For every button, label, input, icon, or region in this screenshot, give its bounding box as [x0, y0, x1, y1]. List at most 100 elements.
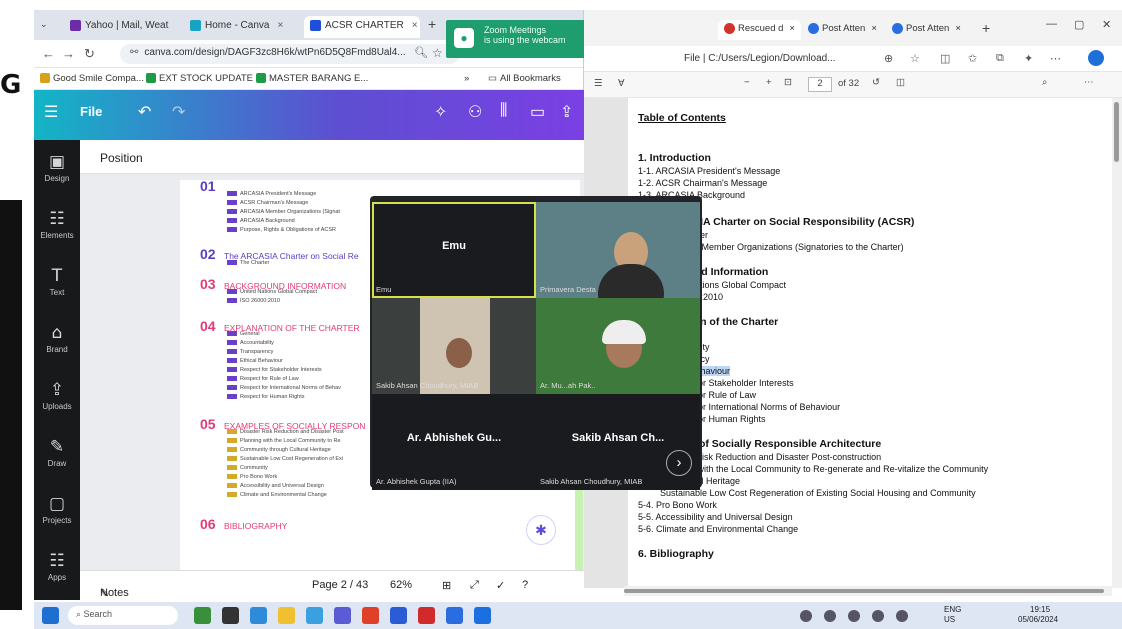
language-line2[interactable]: US [944, 615, 955, 624]
contents-icon[interactable]: ☰ [594, 78, 603, 89]
draw-icon[interactable]: ∀ [618, 78, 625, 89]
file-explorer-icon[interactable] [278, 607, 295, 624]
grid-view-icon[interactable]: ⊞ [442, 579, 451, 592]
share-icon[interactable]: ⇪ [560, 102, 573, 122]
magic-assist-button[interactable]: ✱ [526, 515, 556, 545]
participant-tile[interactable]: Ar. Mu...ah Pak.. [536, 298, 700, 394]
page-indicator[interactable]: Page 2 / 43 [312, 579, 368, 591]
network-icon[interactable] [824, 610, 836, 622]
tab-close-icon[interactable]: × [412, 20, 418, 31]
zoom-in-icon[interactable]: + [766, 77, 772, 88]
chart-icon[interactable]: ⫼ [500, 102, 507, 120]
weather-icon[interactable] [194, 607, 211, 624]
fullscreen-icon[interactable]: ⤢ [470, 579, 479, 592]
reload-icon[interactable]: ↻ [84, 46, 95, 62]
split-screen-icon[interactable]: ◫ [940, 52, 950, 65]
edge-new-tab-button[interactable]: + [982, 20, 990, 36]
more-icon[interactable]: ⋯ [1050, 52, 1061, 65]
canva-side-apps[interactable]: ☷ Apps [34, 551, 80, 582]
taskbar-search[interactable]: ⌕ Search [68, 606, 178, 625]
edge-zoom-icon[interactable]: ⊕ [884, 52, 893, 65]
extensions-icon[interactable]: ✦ [1024, 52, 1033, 65]
tab-close-icon[interactable]: × [277, 20, 283, 31]
clock-time[interactable]: 19:15 [1030, 605, 1050, 614]
zoom-level[interactable]: 62% [390, 579, 412, 591]
favorites-icon[interactable]: ✩ [968, 52, 977, 65]
page-view-icon[interactable]: ◫ [896, 77, 905, 88]
canva-side-projects[interactable]: ▢ Projects [34, 494, 80, 525]
all-bookmarks[interactable]: ▭ All Bookmarks [488, 73, 561, 84]
edge-tab[interactable]: Post Atten × [886, 20, 967, 40]
volume-icon[interactable] [848, 610, 860, 622]
minimize-icon[interactable]: — [1046, 18, 1057, 30]
url-field[interactable]: ⚯ canva.com/design/DAGF3zc8H6k/wtPn6D5Q8F… [120, 44, 460, 64]
canva-side-brand[interactable]: ⌂ Brand [34, 323, 80, 354]
edge-icon[interactable] [306, 607, 323, 624]
edge-tab-close-icon[interactable]: × [955, 23, 961, 34]
app-icon[interactable] [334, 607, 351, 624]
forward-arrow-icon[interactable]: → [62, 46, 75, 61]
next-page-button[interactable]: › [666, 450, 692, 476]
present-icon[interactable]: ▭ [530, 102, 545, 122]
chrome-icon[interactable] [250, 607, 267, 624]
menu-icon[interactable]: ☰ [44, 102, 58, 122]
chrome-tab[interactable]: Home - Canva × [184, 16, 296, 38]
chrome-tab[interactable]: ACSR CHARTER × [304, 16, 420, 38]
edge-tab-close-icon[interactable]: × [871, 23, 877, 34]
bookmark-item[interactable]: EXT STOCK UPDATE ... [146, 73, 264, 84]
site-info-icon[interactable]: ⚯ [130, 47, 138, 58]
app2-icon[interactable] [474, 607, 491, 624]
help-icon[interactable]: ? [522, 579, 528, 591]
canva-side-design[interactable]: ▣ Design [34, 152, 80, 183]
taskview-icon[interactable] [222, 607, 239, 624]
pdf-icon[interactable] [418, 607, 435, 624]
office-icon[interactable] [362, 607, 379, 624]
notification-icon[interactable] [896, 610, 908, 622]
collections-icon[interactable]: ⧉ [996, 52, 1004, 65]
pdf-path[interactable]: File | C:/Users/Legion/Download... [684, 53, 836, 64]
maximize-icon[interactable]: ▢ [1074, 18, 1084, 31]
page-number-field[interactable]: 2 [808, 77, 832, 92]
bookmarks-overflow[interactable]: » [464, 73, 469, 84]
canva-side-elements[interactable]: ☷ Elements [34, 209, 80, 240]
people-icon[interactable]: ⚇ [468, 102, 482, 122]
participant-tile[interactable]: Primavera Desta [536, 202, 700, 298]
bookmark-item[interactable]: MASTER BARANG E... [256, 73, 368, 84]
pdf-more-icon[interactable]: ⋯ [1084, 77, 1094, 88]
canva-side-uploads[interactable]: ⇪ Uploads [34, 380, 80, 411]
check-icon[interactable]: ✓ [496, 579, 505, 592]
edge-favorite-icon[interactable]: ☆ [910, 52, 920, 65]
battery-icon[interactable] [872, 610, 884, 622]
zoom-out-icon[interactable]: − [744, 77, 750, 88]
language-line1[interactable]: ENG [944, 605, 961, 614]
chevron-up-icon[interactable] [800, 610, 812, 622]
bookmark-item[interactable]: Good Smile Compa... [40, 73, 144, 84]
canva-side-text[interactable]: T Text [34, 266, 80, 297]
start-icon[interactable] [42, 607, 59, 624]
undo-icon[interactable]: ↶ [138, 102, 151, 122]
copilot-icon[interactable] [1088, 50, 1104, 66]
word-icon[interactable] [390, 607, 407, 624]
pdf-search-icon[interactable]: ⌕ [1042, 77, 1047, 88]
redo-icon[interactable]: ↷ [172, 102, 185, 122]
magic-icon[interactable]: ✧ [434, 102, 447, 122]
edge-tab[interactable]: Rescued d × [718, 20, 801, 40]
file-menu[interactable]: File [80, 104, 102, 119]
zoom-icon[interactable]: 🔍︎ [414, 46, 428, 59]
participant-tile[interactable]: Ar. Abhishek Gu... Ar. Abhishek Gupta (II… [372, 394, 536, 490]
bookmark-star-icon[interactable]: ☆ [432, 46, 443, 60]
edge-tab[interactable]: Post Atten × [802, 20, 883, 40]
rotate-icon[interactable]: ↺ [872, 77, 880, 88]
zoom-icon[interactable] [446, 607, 463, 624]
tab-search-chevron-icon[interactable]: ⌄ [40, 19, 48, 30]
chrome-tab[interactable]: Yahoo | Mail, Weat× [64, 16, 176, 38]
back-arrow-icon[interactable]: ← [42, 46, 55, 61]
edge-tab-close-icon[interactable]: × [789, 23, 795, 34]
pdf-vertical-scrollbar[interactable] [1112, 98, 1122, 588]
clock-date[interactable]: 05/06/2024 [1018, 615, 1058, 624]
participant-tile[interactable]: Sakib Ahsan Choudhury, MIAB [372, 298, 536, 394]
pdf-horizontal-scrollbar[interactable] [624, 586, 1112, 596]
new-tab-button[interactable]: + [428, 16, 436, 32]
fit-page-icon[interactable]: ⊡ [784, 77, 792, 88]
participant-tile[interactable]: Emu Emu [372, 202, 536, 298]
